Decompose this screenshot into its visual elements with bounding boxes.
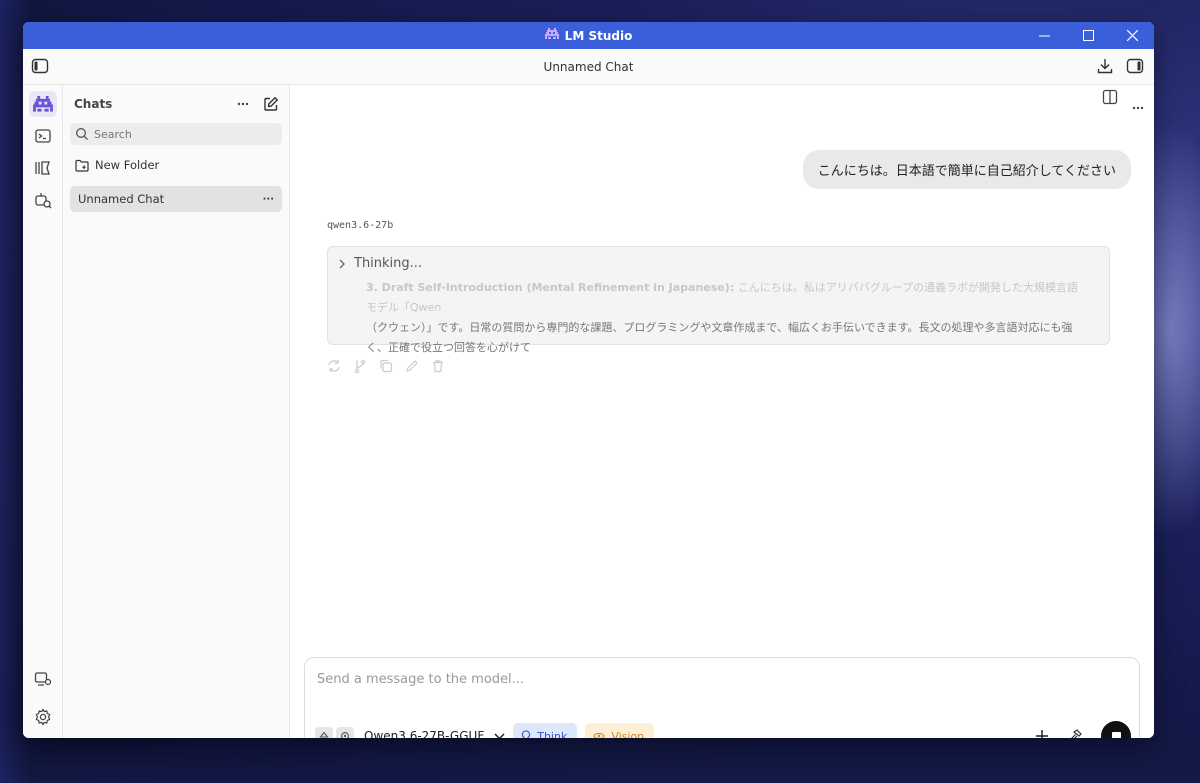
nav-chat[interactable] <box>29 91 57 117</box>
more-horizontal-icon <box>1132 106 1144 110</box>
tools-button[interactable] <box>1063 725 1085 738</box>
chevron-right-icon <box>339 259 345 268</box>
hardware-icon <box>34 672 52 686</box>
title-bar: LM Studio <box>23 22 1154 49</box>
trash-icon <box>433 360 443 373</box>
sidebar-more-button[interactable] <box>237 102 249 106</box>
nav-rail <box>23 85 63 738</box>
user-message-bubble: こんにちは。日本語で簡単に自己紹介してください <box>802 150 1131 189</box>
attach-button[interactable] <box>1031 725 1053 738</box>
lightbulb-icon <box>522 730 531 738</box>
new-folder-label: New Folder <box>95 158 160 172</box>
stop-generation-button[interactable] <box>1101 721 1131 738</box>
download-button[interactable] <box>1096 57 1114 79</box>
message-actions <box>327 358 445 377</box>
chat-more-button[interactable] <box>1132 89 1144 114</box>
app-window: LM Studio Unnamed Chat Chats Search New … <box>23 22 1154 738</box>
hammer-icon <box>1070 728 1082 738</box>
branch-button[interactable] <box>353 358 367 377</box>
model-select-label: Qwen3.6-27B-GGUF <box>364 729 485 738</box>
regenerate-button[interactable] <box>327 358 341 377</box>
edit-button[interactable] <box>405 358 419 377</box>
regenerate-icon <box>328 360 340 372</box>
vision-toggle[interactable]: Vision <box>585 723 655 739</box>
stop-icon <box>1111 731 1121 738</box>
app-title-group: LM Studio <box>544 28 633 43</box>
download-icon <box>1097 59 1113 74</box>
model-selector[interactable]: Qwen3.6-27B-GGUF <box>364 729 505 738</box>
think-label: Think <box>537 729 568 739</box>
pencil-icon <box>406 360 418 372</box>
chat-search[interactable] <box>70 123 282 145</box>
new-chat-button[interactable] <box>263 96 279 112</box>
app-title: LM Studio <box>564 28 633 43</box>
split-view-icon <box>1102 89 1118 105</box>
eye-icon <box>593 732 606 738</box>
minimize-button[interactable] <box>1022 22 1066 49</box>
compose-icon <box>264 96 279 111</box>
model-settings-button[interactable] <box>336 727 354 738</box>
search-icon <box>76 128 88 140</box>
gear-icon <box>35 708 51 726</box>
copy-icon <box>380 359 393 373</box>
chats-sidebar: Chats New Folder Unnamed Chat ··· <box>63 85 290 738</box>
chat-main: こんにちは。日本語で簡単に自己紹介してください qwen3.6-27b Thin… <box>290 85 1154 738</box>
new-folder-icon <box>75 159 89 172</box>
thinking-label: Thinking... <box>354 256 423 271</box>
settings-icon <box>341 732 349 738</box>
branch-icon <box>354 359 366 374</box>
message-input[interactable]: Send a message to the model... <box>317 672 524 687</box>
copy-button[interactable] <box>379 358 393 377</box>
nav-models[interactable] <box>29 155 57 181</box>
more-horizontal-icon <box>237 102 249 106</box>
chat-title: Unnamed Chat <box>543 59 634 74</box>
terminal-icon <box>35 129 51 143</box>
chat-item-label: Unnamed Chat <box>78 192 165 206</box>
sidebar-title: Chats <box>74 97 113 111</box>
nav-settings[interactable] <box>29 704 57 730</box>
plus-icon <box>1036 730 1048 738</box>
delete-button[interactable] <box>431 358 445 377</box>
thinking-toggle[interactable]: Thinking... <box>338 256 422 271</box>
maximize-button[interactable] <box>1066 22 1110 49</box>
nav-developer[interactable] <box>29 123 57 149</box>
toggle-sidebar-button[interactable] <box>31 57 49 79</box>
think-toggle[interactable]: Think <box>513 723 578 739</box>
eject-icon <box>319 731 329 738</box>
search-input[interactable] <box>94 127 274 141</box>
sidebar-toggle-icon <box>31 58 49 74</box>
nav-runtime[interactable] <box>29 666 57 692</box>
library-icon <box>35 161 50 175</box>
lm-studio-logo-icon <box>544 28 559 43</box>
thinking-step-title: 3. Draft Self-Introduction (Mental Refin… <box>366 281 735 294</box>
thinking-text: （クウェン）」です。日常の質問から専門的な課題、プログラミングや文章作成まで、幅… <box>366 321 1073 354</box>
chat-item-menu-button[interactable]: ··· <box>263 194 274 205</box>
eject-model-button[interactable] <box>315 727 333 738</box>
thinking-block: Thinking... 3. Draft Self-Introduction (… <box>327 246 1110 354</box>
chat-header: Unnamed Chat <box>23 49 1154 85</box>
vision-label: Vision <box>611 729 645 739</box>
assistant-model-label: qwen3.6-27b <box>327 220 394 231</box>
message-composer: Send a message to the model... Qwen3.6-2… <box>304 657 1140 738</box>
chevron-down-icon <box>494 732 505 738</box>
close-button[interactable] <box>1110 22 1154 49</box>
nav-discover[interactable] <box>29 187 57 213</box>
thinking-content: 3. Draft Self-Introduction (Mental Refin… <box>366 278 1089 358</box>
split-view-button[interactable] <box>1102 89 1118 114</box>
new-folder-button[interactable]: New Folder <box>75 155 282 175</box>
chat-list-item[interactable]: Unnamed Chat ··· <box>70 186 282 212</box>
discover-robot-icon <box>35 193 52 209</box>
chat-robot-icon <box>33 95 53 112</box>
right-panel-icon <box>1126 58 1144 74</box>
toggle-right-panel-button[interactable] <box>1126 57 1144 79</box>
